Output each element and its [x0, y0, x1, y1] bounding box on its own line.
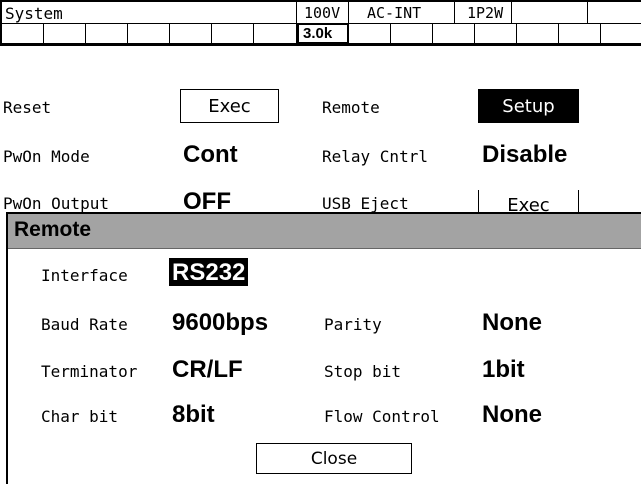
remote-setup-button[interactable]: Setup	[478, 89, 579, 123]
header-divider	[0, 44, 641, 46]
indicator-cell	[254, 24, 297, 44]
dialog-title: Remote	[14, 218, 92, 241]
char-bit-value[interactable]: 8bit	[172, 401, 215, 429]
source-indicator: AC-INT	[349, 2, 455, 24]
baud-rate-label: Baud Rate	[41, 315, 128, 334]
frequency-value: 3.0k	[303, 25, 333, 42]
relay-control-label: Relay Cntrl	[322, 147, 428, 166]
close-button[interactable]: Close	[256, 443, 412, 474]
pwon-mode-value[interactable]: Cont	[183, 141, 238, 169]
flow-control-value[interactable]: None	[482, 401, 542, 429]
indicator-cell	[433, 24, 475, 44]
terminator-label: Terminator	[41, 362, 138, 381]
indicator-cell	[44, 24, 86, 44]
frame-left-edge	[6, 445, 8, 484]
indicator-cell	[86, 24, 128, 44]
relay-control-value[interactable]: Disable	[482, 141, 567, 169]
occluded-row: PwOn Output OFF USB Eject Exec	[0, 190, 641, 212]
header-empty-cell	[512, 2, 588, 24]
indicator-cell	[391, 24, 433, 44]
indicator-cell	[128, 24, 170, 44]
dialog-title-bar: Remote	[8, 214, 641, 249]
status-header: System 100V AC-INT 1P2W 3.0k	[0, 0, 641, 46]
usb-eject-label: USB Eject	[322, 194, 409, 212]
parity-value[interactable]: None	[482, 309, 542, 337]
frequency-indicator: 3.0k	[297, 24, 349, 44]
usb-eject-button[interactable]: Exec	[478, 190, 579, 212]
interface-label: Interface	[41, 266, 128, 285]
voltage-range-indicator: 100V	[297, 2, 349, 24]
reset-label: Reset	[3, 98, 52, 117]
remote-label: Remote	[322, 98, 380, 117]
indicator-cell	[559, 24, 601, 44]
pwon-mode-label: PwOn Mode	[3, 147, 90, 166]
baud-rate-value[interactable]: 9600bps	[172, 309, 268, 337]
stop-bit-label: Stop bit	[324, 362, 402, 381]
indicator-cell	[517, 24, 559, 44]
stop-bit-value[interactable]: 1bit	[482, 356, 525, 384]
flow-control-label: Flow Control	[324, 407, 440, 426]
pwon-output-label: PwOn Output	[3, 194, 109, 212]
indicator-cell	[601, 24, 641, 44]
indicator-cell	[170, 24, 212, 44]
pwon-output-value[interactable]: OFF	[183, 190, 231, 212]
indicator-cell	[349, 24, 391, 44]
indicator-cell	[475, 24, 517, 44]
header-empty-cell	[588, 2, 641, 24]
wiring-indicator: 1P2W	[455, 2, 512, 24]
reset-exec-button[interactable]: Exec	[180, 89, 279, 123]
remote-dialog: Remote Interface RS232 Baud Rate 9600bps…	[6, 212, 641, 484]
terminator-value[interactable]: CR/LF	[172, 356, 243, 384]
char-bit-label: Char bit	[41, 407, 119, 426]
indicator-cell	[212, 24, 254, 44]
interface-value[interactable]: RS232	[169, 258, 249, 287]
indicator-cell	[2, 24, 44, 44]
header-title: System	[2, 2, 297, 24]
interface-value-text: RS232	[169, 258, 249, 286]
parity-label: Parity	[324, 315, 382, 334]
